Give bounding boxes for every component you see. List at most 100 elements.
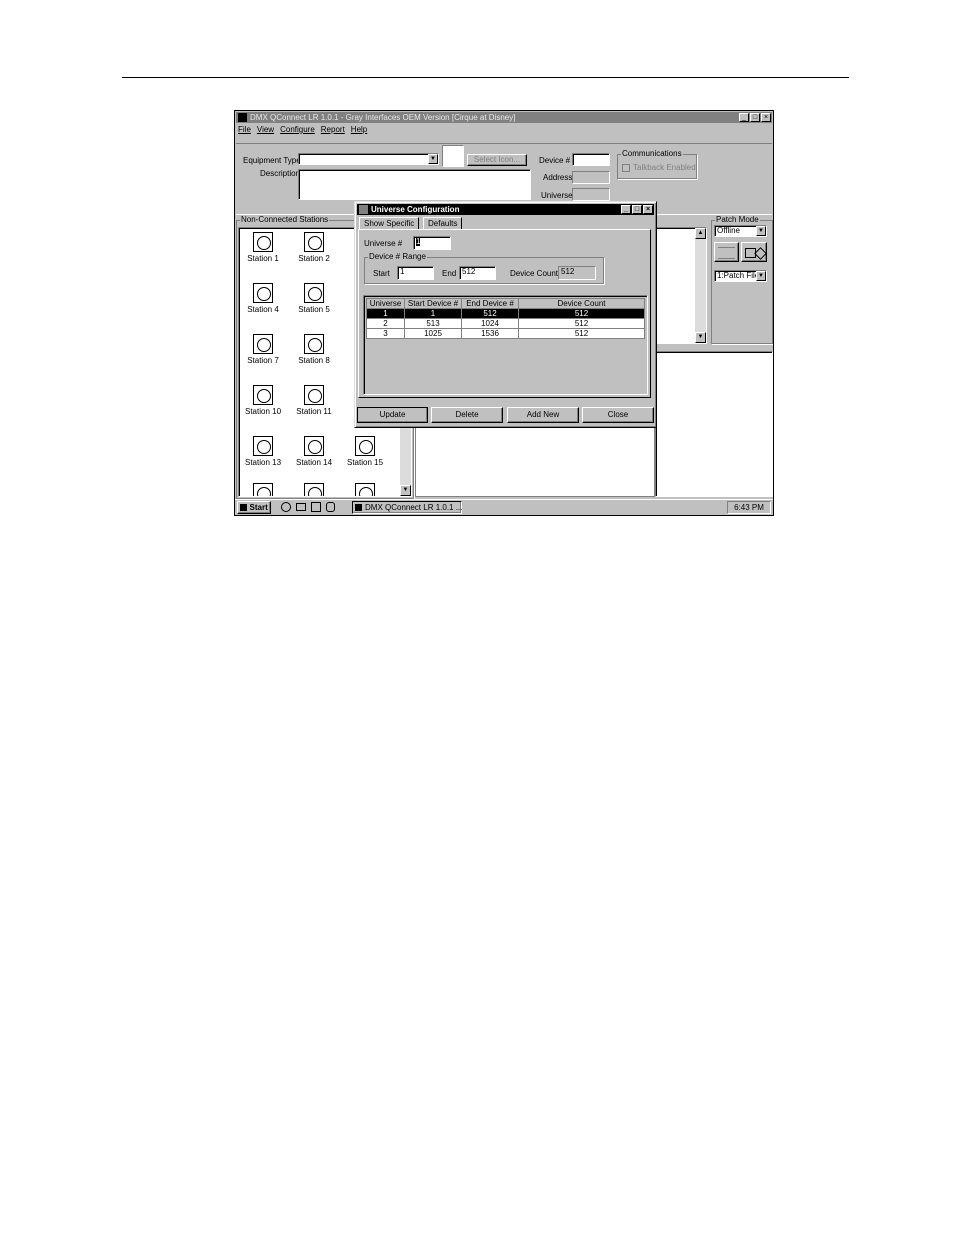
menu-report[interactable]: Report (321, 124, 345, 135)
update-button[interactable]: Update (357, 407, 428, 423)
station-item[interactable]: Station 15 (345, 436, 385, 467)
maximize-button[interactable]: □ (750, 113, 760, 122)
scroll-up-icon[interactable]: ▲ (695, 228, 706, 239)
station-label: Station 5 (298, 305, 330, 314)
station-label: Station 15 (346, 458, 384, 467)
device-count-field: 512 (558, 266, 596, 280)
scroll-down-icon[interactable]: ▼ (400, 485, 411, 496)
patch-file-select[interactable]: 1:Patch File ▼ (714, 270, 767, 282)
station-item[interactable]: Station 13 (243, 436, 283, 467)
start-label: Start (373, 269, 390, 278)
start-button[interactable]: Start (237, 501, 271, 514)
col-device-count[interactable]: Device Count (518, 298, 645, 309)
add-new-button[interactable]: Add New (507, 407, 579, 423)
browser-icon[interactable] (281, 502, 291, 512)
patch-mode-group: Patch Mode (711, 215, 773, 344)
app-icon (238, 113, 247, 122)
patch-connect-button[interactable] (741, 242, 767, 262)
connected-list[interactable]: ▲ ▼ (655, 227, 707, 344)
station-item[interactable]: Station 14 (294, 436, 334, 467)
station-item[interactable] (243, 483, 283, 496)
universe-number-value: 1 (416, 237, 421, 246)
cell-start: 1 (404, 308, 462, 319)
device-range-group: Device # Range Start 1 End 512 Device Co… (364, 252, 604, 284)
talkback-checkbox[interactable] (622, 164, 630, 172)
channels-icon[interactable] (326, 502, 335, 512)
address-label: Address (543, 173, 573, 182)
task-button[interactable]: DMX QConnect LR 1.0.1 ... (352, 501, 462, 514)
system-clock: 6:43 PM (727, 501, 771, 514)
dmx-connector-icon (253, 385, 273, 405)
station-item[interactable]: Station 11 (294, 385, 334, 416)
dmx-connector-icon (304, 334, 324, 354)
station-item[interactable] (294, 483, 334, 496)
dmx-connector-icon (304, 436, 324, 456)
connected-scrollbar[interactable]: ▲ ▼ (695, 228, 706, 343)
table-row[interactable]: 3 1025 1536 512 (366, 328, 645, 339)
menu-view[interactable]: View (257, 124, 274, 135)
delete-button[interactable]: Delete (431, 407, 503, 423)
cell-end: 512 (461, 308, 519, 319)
chevron-down-icon[interactable]: ▼ (428, 154, 438, 164)
start-field[interactable]: 1 (397, 266, 434, 280)
station-item[interactable]: Station 5 (294, 283, 334, 314)
patch-grid-button[interactable] (714, 242, 739, 262)
cell-universe: 3 (366, 328, 405, 339)
patch-mode-value: Offline (717, 226, 740, 235)
cell-count: 512 (518, 318, 645, 329)
dmx-connector-icon (253, 436, 273, 456)
dialog-close-button[interactable]: × (643, 205, 653, 214)
close-dialog-button[interactable]: Close (582, 407, 654, 423)
address-field (572, 171, 610, 184)
description-field[interactable] (298, 169, 531, 200)
windows-logo-icon (240, 504, 248, 512)
outlook-icon[interactable] (311, 502, 321, 512)
col-start-device[interactable]: Start Device # (404, 298, 462, 309)
dialog-minimize-button[interactable]: _ (621, 205, 631, 214)
page-header-rule (122, 77, 849, 78)
patch-mode-select[interactable]: Offline ▼ (714, 225, 767, 237)
menu-configure[interactable]: Configure (280, 124, 315, 135)
desktop-icon[interactable] (296, 503, 306, 511)
table-row[interactable]: 1 1 512 512 (366, 308, 645, 319)
cell-count: 512 (518, 328, 645, 339)
patch-mode-label: Patch Mode (715, 215, 760, 225)
universe-table: Universe Start Device # End Device # Dev… (366, 298, 645, 339)
title-bar[interactable]: DMX QConnect LR 1.0.1 - Gray Interfaces … (236, 112, 772, 123)
station-item[interactable]: Station 7 (243, 334, 283, 365)
station-item[interactable]: Station 2 (294, 232, 334, 263)
chevron-down-icon[interactable]: ▼ (756, 271, 766, 281)
minimize-button[interactable]: _ (739, 113, 749, 122)
close-button[interactable]: × (761, 113, 771, 122)
device-field[interactable] (572, 153, 610, 166)
dmx-connector-icon (253, 483, 273, 496)
universe-config-dialog: Universe Configuration _ □ × Show Specif… (354, 201, 657, 428)
dmx-connector-icon (304, 232, 324, 252)
scroll-down-icon[interactable]: ▼ (695, 332, 706, 343)
stations-panel-label: Non-Connected Stations (240, 215, 330, 225)
universe-number-field[interactable]: 1 (413, 236, 451, 250)
universe-grid[interactable]: Universe Start Device # End Device # Dev… (363, 295, 648, 395)
chevron-down-icon[interactable]: ▼ (756, 226, 766, 236)
table-row[interactable]: 2 513 1024 512 (366, 318, 645, 329)
menu-help[interactable]: Help (351, 124, 367, 135)
clock-text: 6:43 PM (734, 503, 764, 512)
station-label: Station 2 (298, 254, 330, 263)
station-item[interactable]: Station 1 (243, 232, 283, 263)
station-item[interactable] (345, 483, 385, 496)
select-icon-button[interactable]: Select Icon... (467, 154, 527, 166)
col-universe[interactable]: Universe (366, 298, 405, 309)
menu-bar: File View Configure Report Help (238, 124, 367, 135)
cell-universe: 2 (366, 318, 405, 329)
dialog-maximize-button[interactable]: □ (632, 205, 642, 214)
end-field[interactable]: 512 (459, 266, 496, 280)
output-pane[interactable] (655, 351, 773, 497)
diamond-icon (754, 247, 767, 260)
equipment-type-select[interactable]: ▼ (298, 153, 439, 165)
menu-file[interactable]: File (238, 124, 251, 135)
col-end-device[interactable]: End Device # (461, 298, 519, 309)
station-item[interactable]: Station 10 (243, 385, 283, 416)
station-item[interactable]: Station 4 (243, 283, 283, 314)
station-item[interactable]: Station 8 (294, 334, 334, 365)
dialog-title-bar[interactable]: Universe Configuration _ □ × (357, 204, 654, 215)
